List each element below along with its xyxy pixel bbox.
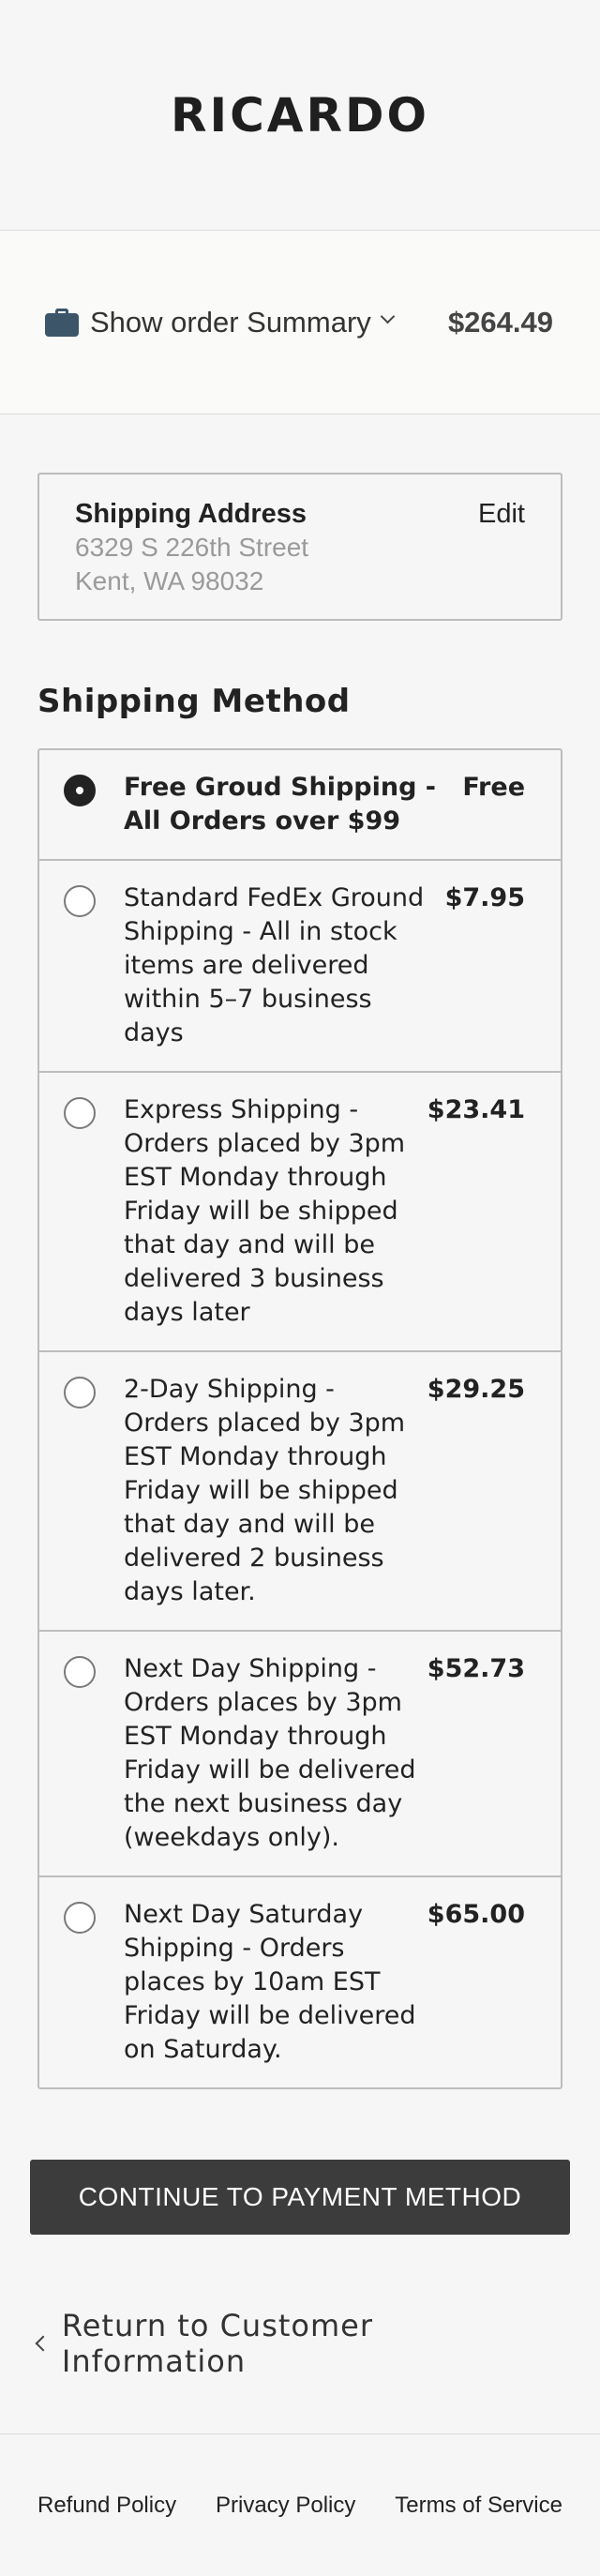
radio-selected-icon[interactable] [64, 775, 96, 806]
return-to-customer-info-link[interactable]: Return to Customer Information [35, 2308, 562, 2379]
shipping-option-label: Free Groud Shipping - All Orders over $9… [124, 773, 437, 836]
shipping-method-list: Free Groud Shipping - All Orders over $9… [38, 748, 562, 2089]
radio-unselected-icon[interactable] [64, 1377, 96, 1409]
shipping-option-next-day[interactable]: Next Day Shipping - Orders places by 3pm… [39, 1632, 561, 1877]
shipping-option-label: Next Day Saturday Shipping - Orders plac… [124, 1900, 416, 2064]
privacy-policy-link[interactable]: Privacy Policy [216, 2493, 355, 2519]
address-line-2: Kent, WA 98032 [75, 566, 264, 595]
shipping-option-standard-fedex[interactable]: Standard FedEx Ground Shipping - All in … [39, 861, 561, 1073]
shipping-method-title: Shipping Method [38, 683, 351, 720]
address-line-1: 6329 S 226th Street [75, 533, 309, 562]
chevron-down-icon [380, 309, 396, 324]
shipping-option-price: $23.41 [427, 1095, 525, 1124]
shipping-option-price: $65.00 [427, 1900, 525, 1929]
shipping-option-free-ground[interactable]: Free Groud Shipping - All Orders over $9… [39, 750, 561, 861]
show-order-summary-label[interactable]: Show order Summary [90, 306, 371, 339]
order-summary-toggle[interactable]: Show order Summary $264.49 [0, 231, 600, 414]
shipping-option-price: $29.25 [427, 1375, 525, 1404]
order-total: $264.49 [447, 305, 553, 339]
shipping-option-express[interactable]: Express Shipping - Orders placed by 3pm … [39, 1073, 561, 1352]
chevron-left-icon [35, 2335, 52, 2352]
order-summary-toggle-left[interactable]: Show order Summary [45, 306, 396, 339]
shipping-address-box: Shipping Address 6329 S 226th Street Ken… [38, 473, 562, 621]
refund-policy-link[interactable]: Refund Policy [38, 2493, 176, 2519]
shipping-option-label: Standard FedEx Ground Shipping - All in … [124, 883, 425, 1047]
radio-unselected-icon[interactable] [64, 1656, 96, 1688]
checkout-content: Shipping Address 6329 S 226th Street Ken… [0, 414, 600, 2379]
shipping-option-price: $52.73 [427, 1654, 525, 1683]
radio-unselected-icon[interactable] [64, 885, 96, 917]
footer: Refund Policy Privacy Policy Terms of Se… [0, 2433, 600, 2576]
shipping-option-2-day[interactable]: 2-Day Shipping - Orders placed by 3pm ES… [39, 1352, 561, 1632]
ricardo-logo[interactable]: RICARDO [171, 88, 429, 143]
shipping-option-label: Express Shipping - Orders placed by 3pm … [124, 1095, 406, 1327]
site-header: RICARDO [0, 0, 600, 231]
shipping-address-title: Shipping Address [75, 499, 308, 529]
shipping-option-price: Free [462, 773, 525, 802]
shipping-option-next-day-saturday[interactable]: Next Day Saturday Shipping - Orders plac… [39, 1877, 561, 2087]
shipping-option-label: 2-Day Shipping - Orders placed by 3pm ES… [124, 1375, 406, 1606]
shopping-bag-icon [45, 308, 79, 337]
shipping-option-price: $7.95 [444, 883, 525, 912]
edit-address-link[interactable]: Edit [478, 497, 525, 531]
shipping-option-label: Next Day Shipping - Orders places by 3pm… [124, 1654, 416, 1852]
terms-of-service-link[interactable]: Terms of Service [395, 2493, 562, 2519]
radio-unselected-icon[interactable] [64, 1902, 96, 1934]
return-link-label: Return to Customer Information [61, 2308, 373, 2379]
radio-unselected-icon[interactable] [64, 1097, 96, 1129]
continue-to-payment-button[interactable]: CONTINUE TO PAYMENT METHOD [30, 2160, 570, 2235]
